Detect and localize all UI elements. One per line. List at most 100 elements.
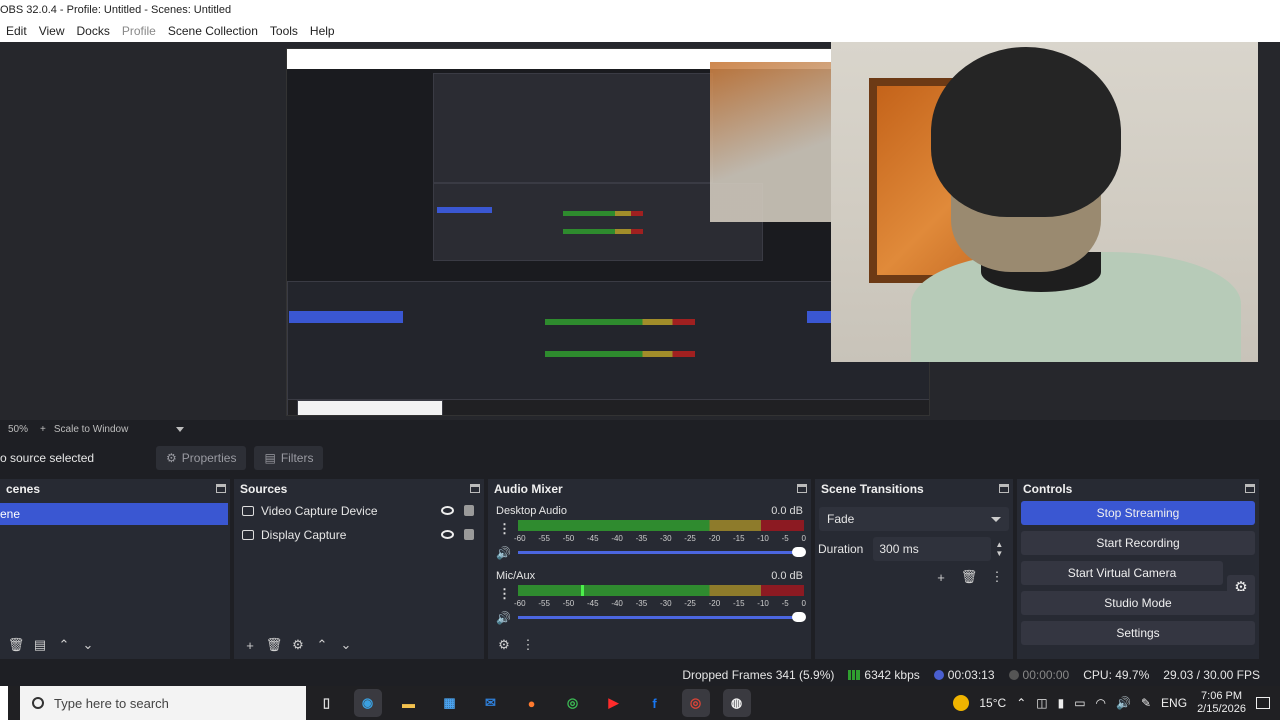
- undock-icon[interactable]: [470, 484, 480, 493]
- trash-icon[interactable]: 🗑: [4, 633, 28, 657]
- facebook-icon[interactable]: f: [641, 689, 669, 717]
- zoom-level[interactable]: 50%: [8, 424, 28, 435]
- slider-handle[interactable]: [792, 547, 806, 557]
- duration-spinner[interactable]: ▲ ▼: [995, 540, 1003, 558]
- meter-tick-label: -20: [708, 599, 721, 608]
- menu-help[interactable]: Help: [304, 20, 341, 42]
- fps-status: 29.03 / 30.00 FPS: [1163, 668, 1260, 682]
- undock-icon[interactable]: [999, 484, 1009, 493]
- meter-tick-label: -50: [562, 534, 575, 543]
- chevron-up-icon[interactable]: ⌃: [310, 633, 334, 657]
- meter-tick-label: -45: [586, 599, 599, 608]
- chrome-icon[interactable]: ◎: [681, 689, 710, 717]
- lock-icon[interactable]: [464, 505, 474, 516]
- advanced-audio-icon[interactable]: ⚙: [492, 633, 516, 657]
- firefox-icon[interactable]: ●: [518, 689, 546, 717]
- taskbar-search-box[interactable]: Type here to search: [20, 686, 306, 720]
- chevron-up-icon[interactable]: ⌃: [52, 633, 76, 657]
- volume-slider[interactable]: [518, 547, 806, 557]
- weather-icon[interactable]: [953, 695, 970, 711]
- scenes-dock: cenes ene 🗑 ▤ ⌃ ⌄: [0, 479, 230, 659]
- file-explorer-icon[interactable]: ▬: [395, 689, 423, 717]
- store-icon[interactable]: ▦: [436, 689, 464, 717]
- source-item[interactable]: Video Capture Device: [234, 499, 484, 523]
- chevron-up-icon[interactable]: ⌃: [1016, 696, 1026, 710]
- lock-icon[interactable]: [464, 529, 474, 540]
- add-icon[interactable]: +: [929, 565, 953, 589]
- zoom-in-icon[interactable]: +: [40, 424, 46, 435]
- menu-tools[interactable]: Tools: [264, 20, 304, 42]
- obs-icon[interactable]: ◍: [722, 689, 751, 717]
- kebab-menu-icon[interactable]: ⋮: [516, 633, 540, 657]
- edge-icon[interactable]: ◉: [353, 689, 382, 717]
- trash-icon[interactable]: 🗑: [957, 565, 981, 589]
- bitrate-value: 6342 kbps: [864, 668, 920, 682]
- microphone-icon[interactable]: ▮: [1058, 696, 1065, 710]
- menu-edit[interactable]: Edit: [0, 20, 33, 42]
- start-virtual-camera-button[interactable]: Start Virtual Camera: [1021, 561, 1223, 585]
- scale-mode-select[interactable]: Scale to Window: [54, 424, 128, 435]
- menu-docks[interactable]: Docks: [70, 20, 115, 42]
- youtube-icon[interactable]: ▶: [600, 689, 628, 717]
- menu-view[interactable]: View: [33, 20, 71, 42]
- person-hair: [931, 47, 1121, 217]
- start-recording-button[interactable]: Start Recording: [1021, 531, 1255, 555]
- clock[interactable]: 7:06 PM 2/15/2026: [1197, 690, 1246, 716]
- kebab-menu-icon[interactable]: ⋮: [498, 586, 511, 602]
- chrome-icon[interactable]: ◎: [559, 689, 587, 717]
- duration-input[interactable]: 300 ms: [873, 537, 992, 561]
- gear-icon[interactable]: ⚙: [286, 633, 310, 657]
- webcam-echo: [710, 62, 831, 222]
- studio-mode-button[interactable]: Studio Mode: [1021, 591, 1255, 615]
- properties-button[interactable]: ⚙ Properties: [156, 446, 247, 470]
- meter-tick-label: -5: [781, 599, 789, 608]
- notification-icon[interactable]: [1256, 697, 1270, 709]
- add-icon[interactable]: +: [238, 633, 262, 657]
- volume-icon[interactable]: 🔊: [1116, 696, 1131, 710]
- battery-icon[interactable]: ▭: [1074, 696, 1085, 710]
- outlook-icon[interactable]: ✉: [477, 689, 505, 717]
- kebab-menu-icon[interactable]: ⋮: [498, 521, 511, 537]
- meet-icon[interactable]: ◫: [1036, 696, 1047, 710]
- task-view-icon[interactable]: ▯: [313, 689, 341, 717]
- eye-icon[interactable]: [441, 506, 454, 515]
- undock-icon[interactable]: [216, 484, 226, 493]
- language-indicator[interactable]: ENG: [1161, 696, 1187, 710]
- transition-select[interactable]: Fade: [819, 507, 1009, 531]
- filter-icon[interactable]: ▤: [28, 633, 52, 657]
- window-title: OBS 32.0.4 - Profile: Untitled - Scenes:…: [0, 4, 232, 16]
- undock-icon[interactable]: [797, 484, 807, 493]
- wifi-icon[interactable]: ◠: [1096, 696, 1106, 710]
- menu-profile[interactable]: Profile: [116, 20, 162, 42]
- chevron-down-icon[interactable]: ⌄: [334, 633, 358, 657]
- eye-icon[interactable]: [441, 530, 454, 539]
- clock-time: 7:06 PM: [1201, 690, 1243, 702]
- meter-tick-label: 0: [801, 599, 806, 608]
- meter-tick-label: -55: [538, 599, 550, 608]
- scene-item[interactable]: ene: [0, 503, 228, 525]
- trash-icon[interactable]: 🗑: [262, 633, 286, 657]
- volume-slider[interactable]: [518, 612, 806, 622]
- meter-tick-label: -30: [659, 534, 672, 543]
- pen-icon[interactable]: ✎: [1141, 696, 1151, 710]
- settings-button[interactable]: Settings: [1021, 621, 1255, 645]
- speaker-icon[interactable]: 🔊: [496, 546, 511, 560]
- chevron-down-icon[interactable]: [176, 426, 185, 432]
- weather-temp[interactable]: 15°C: [979, 696, 1006, 710]
- preview-canvas[interactable]: [0, 42, 1280, 420]
- kebab-menu-icon[interactable]: ⋮: [985, 565, 1009, 589]
- slider-handle[interactable]: [792, 612, 806, 622]
- search-icon: [32, 697, 44, 709]
- preview-toolbar: 50% + Scale to Window: [0, 420, 1280, 438]
- chevron-down-icon[interactable]: ⌄: [76, 633, 100, 657]
- source-item[interactable]: Display Capture: [234, 523, 484, 547]
- speaker-icon[interactable]: 🔊: [496, 611, 511, 625]
- meter-tick-label: -60: [514, 599, 526, 608]
- menu-scene-collection[interactable]: Scene Collection: [162, 20, 264, 42]
- filter-icon: ▤: [264, 451, 276, 465]
- start-button[interactable]: [0, 686, 8, 720]
- nested-scene-highlight: [437, 207, 492, 213]
- undock-icon[interactable]: [1245, 484, 1255, 493]
- stop-streaming-button[interactable]: Stop Streaming: [1021, 501, 1255, 525]
- filters-button[interactable]: ▤ Filters: [254, 446, 324, 470]
